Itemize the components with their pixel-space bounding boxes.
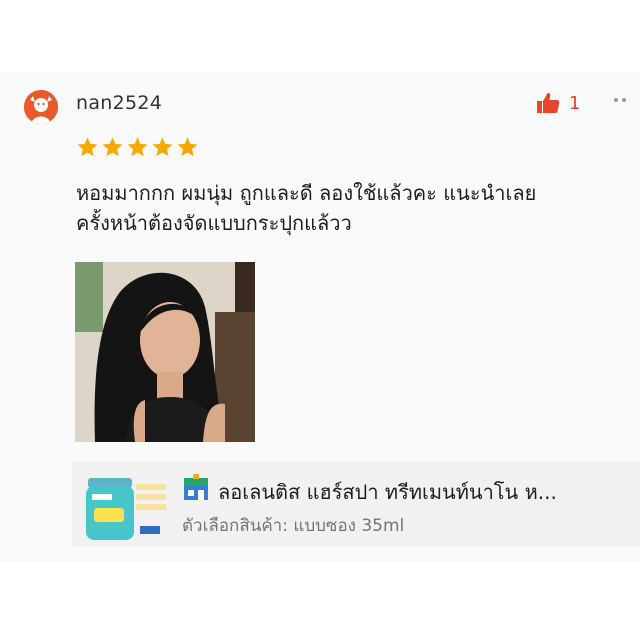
product-variation: ตัวเลือกสินค้า: แบบซอง 35ml: [182, 516, 405, 536]
thumbs-up-icon: [537, 93, 560, 113]
review-text-line: ครั้งหน้าต้องจัดแบบกระปุกแล้วว: [76, 211, 352, 235]
star-icon: [127, 137, 148, 157]
product-thumbnail[interactable]: [80, 470, 170, 544]
user-avatar[interactable]: [24, 90, 58, 124]
star-icon: [152, 137, 173, 157]
product-name[interactable]: ลอเลนติส แฮร์สปา ทรีทเมนท์นาโน ห...: [218, 476, 628, 508]
more-options-icon[interactable]: [614, 98, 626, 102]
star-icon: [177, 137, 198, 157]
like-button[interactable]: 1: [536, 92, 580, 114]
review-text-line: หอมมากกก ผมนุ่ม ถูกและดี ลองใช้แล้วคะ แน…: [76, 181, 537, 205]
star-icon: [77, 137, 98, 157]
username[interactable]: nan2524: [76, 92, 162, 114]
review-photo[interactable]: [75, 262, 255, 442]
review-text: หอมมากกก ผมนุ่ม ถูกและดี ลองใช้แล้วคะ แน…: [76, 178, 626, 238]
shop-icon: [184, 474, 208, 500]
star-rating: [76, 136, 199, 158]
like-count: 1: [569, 92, 581, 114]
star-icon: [102, 137, 123, 157]
